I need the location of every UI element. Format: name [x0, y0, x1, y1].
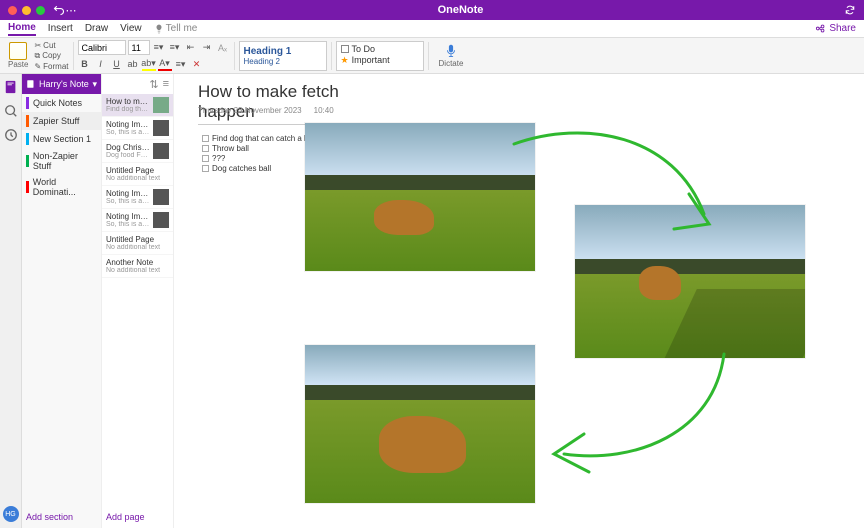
- chevron-down-icon: ▾: [92, 79, 97, 90]
- section-item[interactable]: Zapier Stuff: [22, 112, 101, 130]
- sections-panel: Harry's Notebook ▾ Quick NotesZapier Stu…: [22, 74, 102, 528]
- tell-me[interactable]: Tell me: [154, 23, 198, 34]
- note-title[interactable]: How to make fetch happen: [198, 82, 358, 125]
- menu-bar: Home Insert Draw View Tell me Share: [0, 20, 864, 38]
- ink-arrow: [504, 114, 724, 254]
- add-section-button[interactable]: Add section: [22, 506, 101, 528]
- sort-icon[interactable]: ⇅: [149, 78, 158, 91]
- dictate-button[interactable]: Dictate: [439, 44, 464, 68]
- notebook-icon[interactable]: [4, 80, 18, 94]
- checkbox-icon[interactable]: [202, 165, 209, 172]
- note-timestamp: Thursday 23 November 202310:40: [198, 106, 334, 115]
- note-canvas[interactable]: How to make fetch happen Thursday 23 Nov…: [174, 74, 864, 528]
- minimize-window-button[interactable]: [22, 6, 31, 15]
- inserted-image[interactable]: [304, 344, 536, 504]
- italic-button[interactable]: I: [94, 57, 108, 71]
- copy-button[interactable]: ⧉ Copy: [34, 51, 68, 61]
- inserted-image[interactable]: [304, 122, 536, 272]
- tags-gallery[interactable]: To Do ★Important: [336, 41, 424, 71]
- page-item[interactable]: How to ma...Find dog that...: [102, 94, 173, 117]
- page-item[interactable]: Noting Imp...So, this is a s...: [102, 209, 173, 232]
- highlight-button[interactable]: ab▾: [142, 57, 156, 71]
- tab-home[interactable]: Home: [8, 22, 36, 36]
- todo-list[interactable]: Find dog that can catch a ballThrow ball…: [202, 134, 317, 173]
- page-item[interactable]: Noting Imp...So, this is a s...: [102, 186, 173, 209]
- page-item[interactable]: Untitled PageNo additional text: [102, 232, 173, 255]
- recent-icon[interactable]: [4, 128, 18, 142]
- indent-button[interactable]: ⇥: [200, 41, 214, 55]
- underline-button[interactable]: U: [110, 57, 124, 71]
- nav-rail: HG: [0, 74, 22, 528]
- page-item[interactable]: Dog Christ...Dog food Fa...: [102, 140, 173, 163]
- more-icon[interactable]: ⋯: [65, 4, 77, 16]
- close-window-button[interactable]: [8, 6, 17, 15]
- font-name-select[interactable]: [78, 40, 126, 55]
- font-color-button[interactable]: A▾: [158, 57, 172, 71]
- app-title: OneNote: [77, 4, 844, 16]
- notebook-selector[interactable]: Harry's Notebook ▾: [22, 74, 101, 94]
- clear-format-button[interactable]: Aₓ: [216, 41, 230, 55]
- ink-arrow: [534, 344, 734, 484]
- user-avatar[interactable]: HG: [3, 506, 19, 522]
- section-item[interactable]: New Section 1: [22, 130, 101, 148]
- section-item[interactable]: Quick Notes: [22, 94, 101, 112]
- sync-icon[interactable]: [844, 4, 856, 16]
- section-item[interactable]: World Dominati...: [22, 174, 101, 200]
- section-item[interactable]: Non-Zapier Stuff: [22, 148, 101, 174]
- align-button[interactable]: ≡▾: [174, 57, 188, 71]
- tab-draw[interactable]: Draw: [85, 23, 108, 34]
- page-item[interactable]: Noting Imp...So, this is a s...: [102, 117, 173, 140]
- undo-icon[interactable]: [53, 4, 65, 16]
- cut-button[interactable]: ✂ Cut: [34, 41, 68, 50]
- share-button[interactable]: Share: [815, 23, 856, 34]
- styles-gallery[interactable]: Heading 1 Heading 2: [239, 41, 327, 71]
- ribbon: Paste ✂ Cut ⧉ Copy ✎ Format ≡▾ ≡▾ ⇤ ⇥ Aₓ…: [0, 38, 864, 74]
- numbering-button[interactable]: ≡▾: [168, 41, 182, 55]
- checkbox-icon[interactable]: [202, 135, 209, 142]
- checkbox-icon[interactable]: [202, 145, 209, 152]
- add-page-button[interactable]: Add page: [102, 506, 173, 528]
- star-icon: ★: [341, 55, 349, 66]
- checkbox-icon: [341, 45, 349, 53]
- delete-button[interactable]: ✕: [190, 57, 204, 71]
- pages-panel: ⇅ ≡ How to ma...Find dog that...Noting I…: [102, 74, 174, 528]
- tab-insert[interactable]: Insert: [48, 23, 73, 34]
- filter-icon[interactable]: ≡: [163, 78, 169, 90]
- page-item[interactable]: Untitled PageNo additional text: [102, 163, 173, 186]
- strike-button[interactable]: ab: [126, 57, 140, 71]
- bold-button[interactable]: B: [78, 57, 92, 71]
- tab-view[interactable]: View: [120, 23, 142, 34]
- paste-button[interactable]: Paste: [4, 40, 32, 72]
- outdent-button[interactable]: ⇤: [184, 41, 198, 55]
- search-icon[interactable]: [4, 104, 18, 118]
- bullets-button[interactable]: ≡▾: [152, 41, 166, 55]
- format-painter-button[interactable]: ✎ Format: [34, 62, 68, 71]
- window-controls: [0, 6, 45, 15]
- page-item[interactable]: Another NoteNo additional text: [102, 255, 173, 278]
- checkbox-icon[interactable]: [202, 155, 209, 162]
- font-size-select[interactable]: [128, 40, 150, 55]
- title-bar: ⋯ OneNote: [0, 0, 864, 20]
- fullscreen-window-button[interactable]: [36, 6, 45, 15]
